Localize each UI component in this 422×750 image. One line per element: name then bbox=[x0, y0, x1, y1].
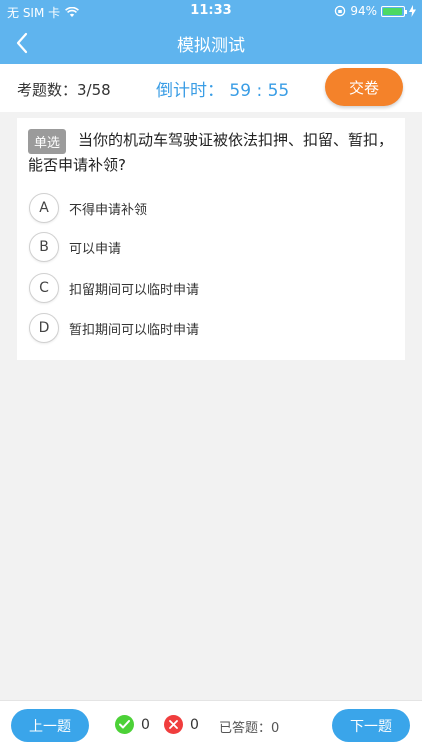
wrong-count: 0 bbox=[190, 716, 199, 733]
battery-icon bbox=[381, 5, 407, 17]
countdown-value: 59 : 55 bbox=[229, 81, 290, 101]
option-d-text: 暂扣期间可以临时申请 bbox=[69, 322, 200, 338]
option-b-text: 可以申请 bbox=[69, 241, 122, 257]
question-card: 当你的机动车驾驶证被依法扣押、扣留、暂扣，能否申请补领? 单选 A 不得申请补领… bbox=[17, 118, 405, 360]
check-icon bbox=[115, 715, 134, 734]
option-b-letter: B bbox=[29, 232, 59, 262]
prev-question-button[interactable]: 上一题 bbox=[11, 709, 89, 742]
page-title: 模拟测试 bbox=[177, 36, 245, 56]
countdown-label: 倒计时： bbox=[156, 81, 224, 101]
bottom-toolbar: 上一题 0 0 已答题：0 下一题 bbox=[0, 700, 422, 750]
charging-icon bbox=[409, 5, 416, 17]
cross-icon bbox=[164, 715, 183, 734]
submit-button[interactable]: 交卷 bbox=[325, 68, 403, 106]
battery-fill bbox=[383, 7, 402, 15]
status-bar: 无 SIM 卡 11:33 94% bbox=[0, 0, 422, 22]
countdown: 倒计时： 59 : 55 bbox=[156, 76, 289, 101]
question-count: 考题数：3/58 bbox=[17, 81, 111, 99]
question-text: 当你的机动车驾驶证被依法扣押、扣留、暂扣，能否申请补领? bbox=[28, 131, 394, 174]
next-question-button[interactable]: 下一题 bbox=[332, 709, 410, 742]
option-d[interactable]: D 暂扣期间可以临时申请 bbox=[29, 313, 199, 343]
orientation-lock-icon bbox=[335, 5, 346, 17]
option-d-letter: D bbox=[29, 313, 59, 343]
option-a[interactable]: A 不得申请补领 bbox=[29, 193, 147, 223]
question-type-badge: 单选 bbox=[28, 129, 67, 154]
option-c[interactable]: C 扣留期间可以临时申请 bbox=[29, 273, 199, 303]
option-c-text: 扣留期间可以临时申请 bbox=[69, 282, 200, 298]
answered-value: 0 bbox=[271, 721, 280, 736]
battery-percent: 94% bbox=[350, 4, 377, 18]
option-a-text: 不得申请补领 bbox=[69, 202, 148, 218]
option-c-letter: C bbox=[29, 273, 59, 303]
wrong-stat: 0 bbox=[164, 715, 199, 734]
top-header: 无 SIM 卡 11:33 94% 模拟测试 bbox=[0, 0, 422, 64]
option-a-letter: A bbox=[29, 193, 59, 223]
answered-label: 已答题： bbox=[219, 721, 272, 736]
correct-count: 0 bbox=[141, 716, 150, 733]
answered-stat: 已答题：0 bbox=[219, 717, 279, 736]
correct-stat: 0 bbox=[115, 715, 150, 734]
option-b[interactable]: B 可以申请 bbox=[29, 232, 121, 262]
